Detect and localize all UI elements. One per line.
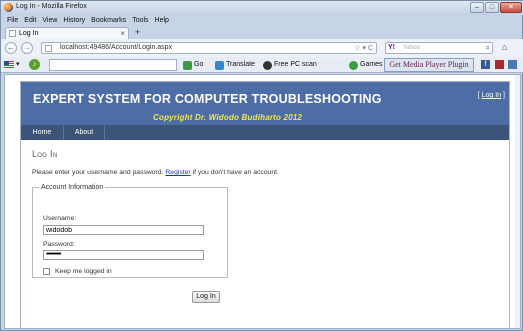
go-button[interactable]: Go	[183, 60, 203, 70]
toolbar-search-input[interactable]	[49, 59, 177, 71]
page-title: Log In	[32, 149, 58, 159]
search-icon[interactable]: ⌕	[486, 43, 490, 53]
title-bar: Log In - Mozilla Firefox – □ ✕	[1, 1, 523, 15]
go-icon	[183, 60, 192, 70]
page-viewport: EXPERT SYSTEM FOR COMPUTER TROUBLESHOOTI…	[4, 74, 521, 329]
home-icon[interactable]: ⌂	[499, 42, 510, 53]
flag-icon[interactable]	[4, 61, 14, 68]
register-link[interactable]: Register	[165, 169, 190, 176]
yahoo-icon[interactable]: Y!	[388, 44, 395, 51]
site-header: EXPERT SYSTEM FOR COMPUTER TROUBLESHOOTI…	[21, 82, 509, 125]
menu-view[interactable]: View	[42, 15, 57, 26]
username-label: Username:	[43, 215, 77, 222]
toolbar-menu-icon[interactable]	[508, 60, 517, 69]
remember-me-label: Keep me logged in	[55, 268, 112, 275]
login-display: [ Log In ]	[478, 92, 505, 99]
menu-tools[interactable]: Tools	[132, 15, 148, 26]
menu-edit[interactable]: Edit	[24, 15, 36, 26]
facebook-icon[interactable]: f	[481, 60, 490, 69]
forward-icon[interactable]: →	[21, 42, 33, 54]
media-player-plugin-button[interactable]: Get Media Player Plugin	[384, 58, 474, 72]
url-bar[interactable]: localhost:49486/Account/Login.aspx ☆ ▾ C	[41, 42, 377, 54]
tab-label: Log In	[19, 30, 39, 37]
window-title: Log In - Mozilla Firefox	[16, 3, 87, 10]
login-bracket-close: ]	[503, 92, 505, 99]
menu-bookmarks[interactable]: Bookmarks	[91, 15, 126, 26]
tab-log-in[interactable]: Log In ×	[5, 27, 129, 39]
menu-item-home[interactable]: Home	[21, 125, 64, 140]
window-controls: – □ ✕	[470, 2, 522, 13]
games-icon	[349, 60, 358, 70]
username-field[interactable]	[43, 225, 204, 235]
menu-help[interactable]: Help	[155, 15, 169, 26]
login-bracket-open: [	[477, 92, 480, 99]
music-icon[interactable]: ♪	[29, 59, 40, 70]
firefox-icon	[4, 3, 13, 12]
search-input[interactable]: Y! Yahoo ⌕	[385, 42, 493, 54]
password-field[interactable]: ••••••••••	[43, 250, 204, 260]
main-content: Log In Please enter your username and pa…	[21, 140, 509, 328]
login-button[interactable]: Log In	[192, 291, 220, 303]
menu-history[interactable]: History	[63, 15, 85, 26]
search-placeholder: Yahoo	[403, 45, 420, 51]
login-instructions: Please enter your username and password.…	[32, 169, 279, 176]
new-tab-button[interactable]: +	[132, 28, 143, 38]
back-icon[interactable]: ←	[5, 42, 17, 54]
flag-dropdown-icon[interactable]: ▾	[16, 60, 20, 70]
free-pc-scan-button[interactable]: Free PC scan	[263, 60, 317, 70]
minimize-icon[interactable]: –	[470, 2, 484, 13]
close-icon[interactable]: ✕	[500, 2, 522, 13]
menu-file[interactable]: File	[7, 15, 18, 26]
bookmark-icon[interactable]	[495, 60, 504, 69]
menu-bar: File Edit View History Bookmarks Tools H…	[1, 15, 523, 26]
menu-item-about[interactable]: About	[64, 125, 105, 140]
tab-close-icon[interactable]: ×	[120, 29, 125, 38]
site-page: EXPERT SYSTEM FOR COMPUTER TROUBLESHOOTI…	[20, 81, 510, 328]
vertical-scrollbar[interactable]	[515, 75, 520, 328]
page-icon	[9, 30, 16, 37]
addon-toolbar: ▾ ♪ Go Translate Free PC scan Games Get …	[1, 57, 523, 73]
scan-icon	[263, 60, 272, 70]
site-menu: Home About	[21, 125, 509, 140]
translate-button[interactable]: Translate	[215, 60, 255, 70]
site-title: EXPERT SYSTEM FOR COMPUTER TROUBLESHOOTI…	[33, 92, 382, 106]
header-login-link[interactable]: Log In	[482, 92, 501, 99]
remember-me-checkbox[interactable]	[43, 268, 50, 275]
browser-window: Log In - Mozilla Firefox – □ ✕ File Edit…	[0, 0, 523, 331]
maximize-icon[interactable]: □	[485, 2, 499, 13]
account-information-legend: Account Information	[39, 184, 106, 191]
translate-icon	[215, 60, 224, 70]
url-controls-icon[interactable]: ☆ ▾ C	[354, 44, 373, 52]
games-button[interactable]: Games	[349, 60, 383, 70]
url-text: localhost:49486/Account/Login.aspx	[60, 44, 173, 51]
copyright-text: Copyright Dr. Widodo Budiharto 2012	[153, 113, 303, 122]
site-icon	[45, 45, 52, 52]
navigation-bar: ← → localhost:49486/Account/Login.aspx ☆…	[1, 39, 523, 57]
password-label: Password:	[43, 241, 75, 248]
tab-bar: Log In × +	[1, 26, 523, 39]
